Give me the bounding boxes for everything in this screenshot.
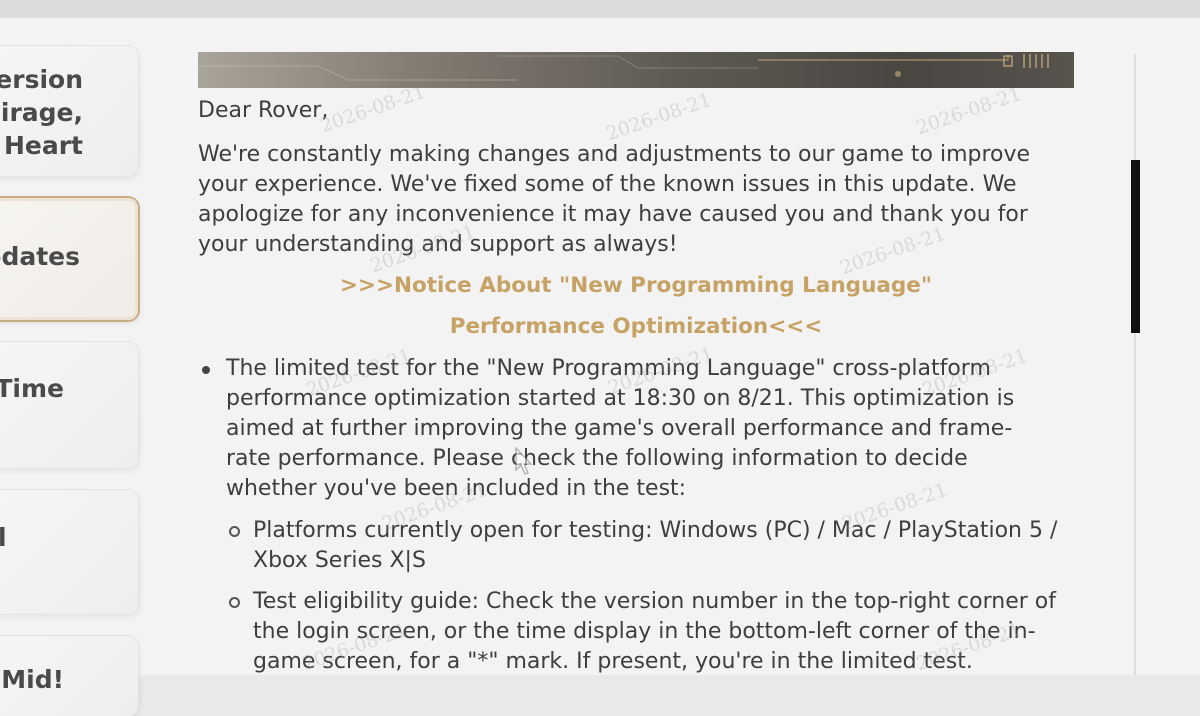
notice-banner-image bbox=[198, 52, 1074, 88]
scrollbar-track[interactable] bbox=[1134, 54, 1136, 675]
notice-heading-line1: >>>Notice About "New Programming Languag… bbox=[339, 273, 933, 298]
greeting: Dear Rover, bbox=[198, 98, 329, 123]
bullet-circle-icon bbox=[229, 526, 240, 537]
sidebar-tab-label: l-Time bbox=[0, 374, 64, 403]
bullet-dot-icon bbox=[202, 366, 210, 374]
sub-list-item: Test eligibility guide: Check the versio… bbox=[229, 587, 1073, 677]
sidebar-tab-5[interactable]: Mid! bbox=[0, 636, 138, 716]
sidebar-tab-label: l bbox=[0, 523, 7, 552]
mouse-cursor-icon bbox=[515, 446, 533, 475]
sidebar-tab-label: ersion Mirage, n Heart bbox=[0, 65, 83, 160]
top-strip bbox=[0, 0, 1200, 18]
list-item: The limited test for the "New Programmin… bbox=[202, 354, 1056, 504]
intro-paragraph: We're constantly making changes and adju… bbox=[198, 142, 1031, 257]
sidebar-tab-label: Mid! bbox=[1, 665, 64, 694]
sidebar-tab-4[interactable]: l bbox=[0, 490, 138, 614]
sidebar-tab-time[interactable]: l-Time bbox=[0, 342, 138, 468]
banner-circuit-decoration bbox=[198, 54, 1049, 81]
sidebar: ersion Mirage, n Heart pdates l-Time l M… bbox=[0, 0, 150, 716]
notice-heading-line2: Performance Optimization<<< bbox=[449, 314, 823, 339]
sidebar-tab-version[interactable]: ersion Mirage, n Heart bbox=[0, 46, 138, 176]
sub-list-item: Platforms currently open for testing: Wi… bbox=[229, 516, 1073, 576]
bullet-text: The limited test for the "New Programmin… bbox=[226, 356, 1015, 501]
sidebar-tab-label: pdates bbox=[0, 242, 80, 271]
sub-item-text: Test eligibility guide: Check the versio… bbox=[253, 589, 1056, 674]
sub-item-text: Platforms currently open for testing: Wi… bbox=[253, 518, 1058, 573]
sidebar-tab-updates[interactable]: pdates bbox=[0, 198, 138, 320]
bullet-circle-icon bbox=[229, 597, 240, 608]
scrollbar-thumb[interactable] bbox=[1131, 160, 1140, 333]
content-panel bbox=[0, 18, 1200, 675]
